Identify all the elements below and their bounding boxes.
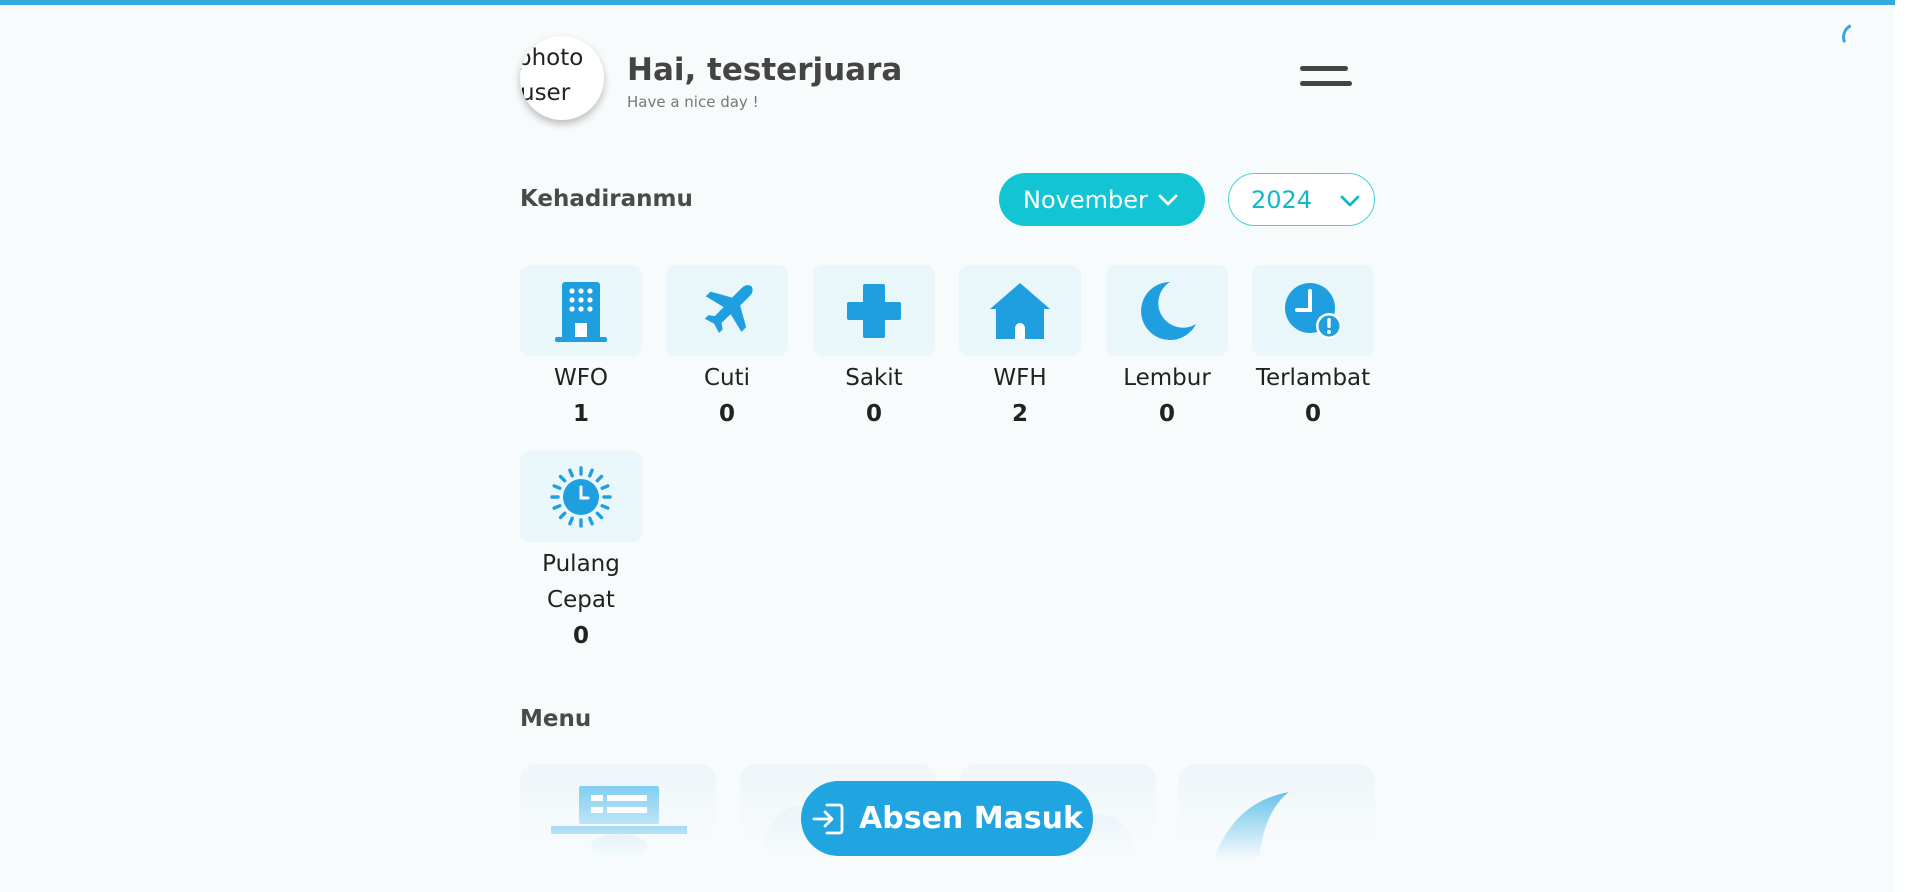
stat-label: Sakit: [845, 365, 903, 391]
clock-alert-icon: [1252, 265, 1374, 356]
loading-spinner-icon: [1838, 19, 1874, 55]
stat-value: 0: [1158, 401, 1175, 427]
year-select[interactable]: 2024: [1228, 173, 1375, 226]
stat-label: Pulang Cepat: [542, 551, 620, 613]
avatar[interactable]: photo user: [520, 36, 604, 120]
stat-wfo[interactable]: WFO 1: [520, 265, 642, 432]
attendance-section-title: Kehadiranmu: [520, 186, 693, 212]
stat-label: Lembur: [1123, 365, 1211, 391]
sign-in-icon: [812, 803, 844, 834]
moon-icon: [1106, 265, 1228, 356]
stat-lembur[interactable]: Lembur 0: [1106, 265, 1228, 432]
medical-cross-icon: [813, 265, 935, 356]
stat-value: 2: [1011, 401, 1028, 427]
month-select[interactable]: November: [999, 173, 1205, 226]
building-icon: [520, 265, 642, 356]
chevron-down-icon: [1158, 194, 1178, 206]
menu-section-title: Menu: [520, 706, 592, 732]
chevron-down-icon: [1340, 195, 1360, 207]
year-value: 2024: [1251, 185, 1313, 214]
greeting-title: Hai, testerjuara: [627, 52, 903, 88]
hamburger-menu-icon[interactable]: [1300, 66, 1352, 90]
stat-value: 1: [572, 401, 589, 427]
stat-sakit[interactable]: Sakit 0: [813, 265, 935, 432]
avatar-alt-text: photo user: [520, 45, 584, 106]
greeting-subtitle: Have a nice day !: [627, 93, 759, 111]
month-value: November: [1023, 185, 1148, 214]
main-container: photo user Hai, testerjuara Have a nice …: [520, 0, 1375, 892]
stat-wfh[interactable]: WFH 2: [959, 265, 1081, 432]
stat-label: Terlambat: [1255, 365, 1371, 391]
stat-value: 0: [1304, 401, 1321, 427]
stat-terlambat[interactable]: Terlambat 0: [1252, 265, 1374, 432]
stat-pulang-cepat[interactable]: Pulang Cepat 0: [520, 451, 642, 654]
stat-value: 0: [572, 623, 589, 649]
stat-label: Cuti: [703, 365, 751, 391]
stat-cuti[interactable]: Cuti 0: [666, 265, 788, 432]
scrollbar[interactable]: [1895, 0, 1920, 892]
stat-label: WFH: [993, 365, 1047, 391]
stat-value: 0: [865, 401, 882, 427]
stat-label: WFO: [553, 365, 609, 391]
absen-masuk-button[interactable]: Absen Masuk: [801, 781, 1093, 856]
sun-clock-icon: [520, 451, 642, 542]
absen-masuk-label: Absen Masuk: [859, 801, 1083, 836]
airplane-icon: [666, 265, 788, 356]
house-icon: [959, 265, 1081, 356]
stat-value: 0: [718, 401, 735, 427]
